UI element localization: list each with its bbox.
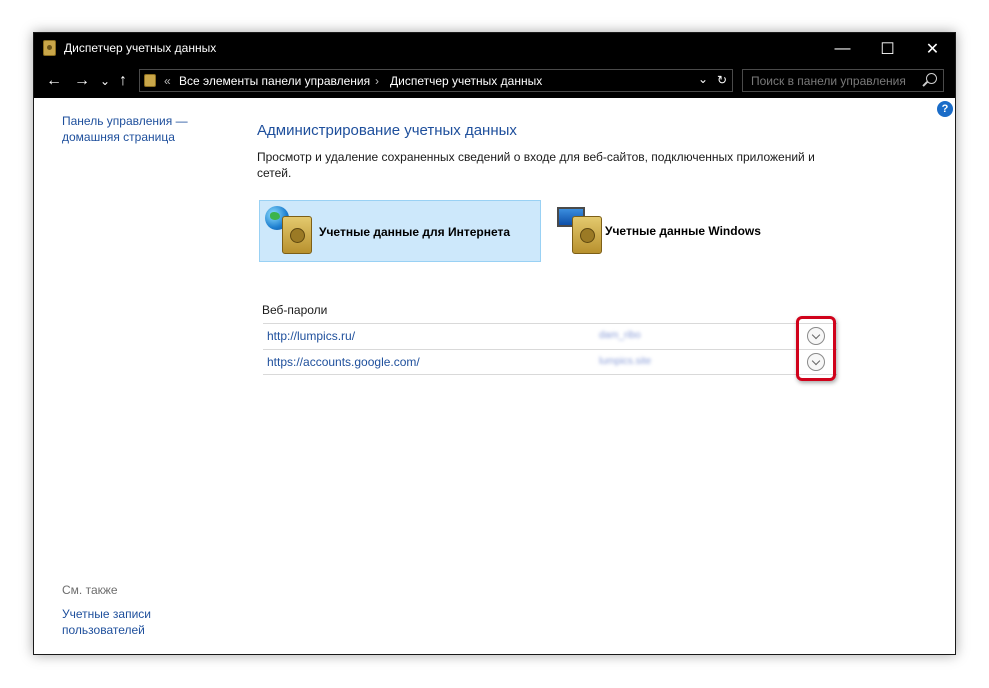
search-input[interactable]: Поиск в панели управления xyxy=(742,69,944,92)
breadcrumb-overflow[interactable]: « xyxy=(164,74,171,88)
web-credentials-tile[interactable]: Учетные данные для Интернета xyxy=(259,200,541,262)
web-passwords-list: http://lumpics.ru/ dam_ribo https://acco… xyxy=(263,323,837,375)
maximize-button[interactable]: ☐ xyxy=(865,33,910,64)
vault-icon xyxy=(282,216,312,254)
annotation-highlight xyxy=(796,316,836,381)
user-accounts-line2: пользователей xyxy=(62,623,145,637)
credential-username: dam_ribo xyxy=(599,330,641,341)
up-arrow-icon[interactable]: ↑ xyxy=(119,71,127,91)
credential-url: https://accounts.google.com/ xyxy=(267,355,420,369)
help-icon[interactable]: ? xyxy=(937,101,953,117)
title-bar[interactable]: Диспетчер учетных данных — ☐ ✕ xyxy=(34,33,955,64)
control-panel-home-link[interactable]: Панель управления — домашняя страница xyxy=(62,113,188,145)
credential-username: lumpics.site xyxy=(599,356,652,367)
list-item[interactable]: https://accounts.google.com/ lumpics.sit… xyxy=(263,349,837,375)
user-accounts-link[interactable]: Учетные записи пользователей xyxy=(62,606,151,638)
credential-url: http://lumpics.ru/ xyxy=(267,329,356,343)
address-dropdown-icon[interactable]: ⌄ xyxy=(698,72,708,86)
windows-credentials-label: Учетные данные Windows xyxy=(605,224,761,238)
vault-icon xyxy=(572,216,602,254)
address-bar[interactable]: « Все элементы панели управления › Диспе… xyxy=(139,69,733,92)
page-description: Просмотр и удаление сохраненных сведений… xyxy=(257,150,815,180)
web-passwords-heading: Веб-пароли xyxy=(262,303,328,317)
close-button[interactable]: ✕ xyxy=(910,33,955,64)
breadcrumb-separator: › xyxy=(375,74,379,88)
windows-credentials-tile[interactable]: Учетные данные Windows xyxy=(550,200,800,262)
home-link-line2: домашняя страница xyxy=(62,130,175,144)
user-accounts-line1: Учетные записи xyxy=(62,607,151,621)
see-also-label: См. также xyxy=(62,583,118,597)
credential-manager-icon xyxy=(43,40,56,56)
navigation-bar: ← → ⌄ ↑ « Все элементы панели управления… xyxy=(34,64,955,98)
search-icon[interactable] xyxy=(926,73,937,84)
minimize-button[interactable]: — xyxy=(820,33,865,64)
recent-locations-icon[interactable]: ⌄ xyxy=(100,71,110,91)
breadcrumb-credential-manager[interactable]: Диспетчер учетных данных xyxy=(390,74,542,88)
forward-arrow-icon[interactable]: → xyxy=(74,71,90,91)
list-item[interactable]: http://lumpics.ru/ dam_ribo xyxy=(263,323,837,349)
search-placeholder: Поиск в панели управления xyxy=(751,74,906,88)
window: Диспетчер учетных данных — ☐ ✕ ← → ⌄ ↑ «… xyxy=(33,32,956,655)
window-title: Диспетчер учетных данных xyxy=(64,41,217,55)
refresh-icon[interactable]: ↻ xyxy=(717,73,727,87)
page-title: Администрирование учетных данных xyxy=(257,122,517,139)
back-arrow-icon[interactable]: ← xyxy=(46,71,62,91)
web-credentials-label: Учетные данные для Интернета xyxy=(319,225,511,239)
breadcrumb-all-items[interactable]: Все элементы панели управления xyxy=(179,74,370,88)
control-panel-icon xyxy=(144,74,156,87)
home-link-line1: Панель управления — xyxy=(62,114,188,128)
